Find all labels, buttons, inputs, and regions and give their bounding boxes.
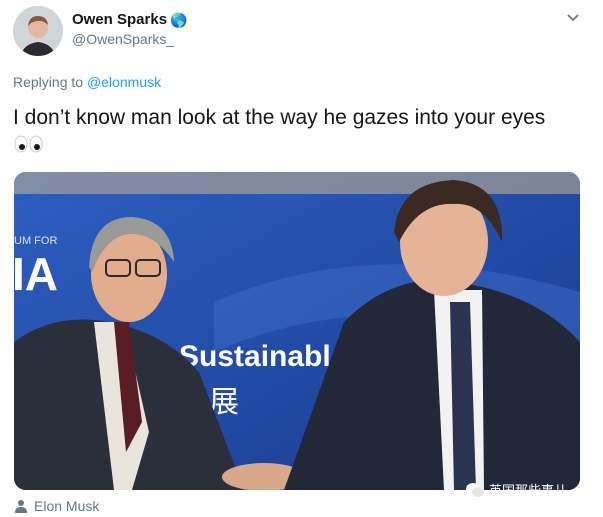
globe-icon: 🌎 (170, 11, 188, 28)
author-display-name[interactable]: Owen Sparks (72, 11, 167, 28)
person-icon (15, 500, 27, 513)
wechat-icon (466, 482, 484, 497)
replying-to: Replying to @elonmusk (13, 74, 161, 90)
author-handle[interactable]: @OwenSparks_ (72, 31, 174, 47)
reply-mention-link[interactable]: @elonmusk (87, 74, 161, 90)
author-name-row: Owen Sparks 🌎 (72, 11, 187, 28)
backdrop-headline: Sustainable (179, 340, 347, 373)
chevron-down-icon[interactable] (566, 11, 580, 25)
backdrop-top-text: UM FOR (14, 235, 57, 247)
backdrop-big-text: IA (14, 248, 58, 300)
tweet-photo[interactable]: UM FOR IA ti Sustainable 发展 (14, 172, 580, 490)
tagged-person-name: Elon Musk (34, 498, 100, 514)
tweet-text: I don’t know man look at the way he gaze… (13, 106, 546, 129)
replying-to-label: Replying to (13, 74, 87, 90)
watermark-text: 英国那些事儿 (489, 483, 568, 498)
eyes-emoji (14, 135, 44, 153)
watermark: 英国那些事儿 (465, 480, 567, 499)
tagged-person[interactable]: Elon Musk (14, 498, 99, 514)
author-avatar[interactable] (13, 6, 63, 56)
